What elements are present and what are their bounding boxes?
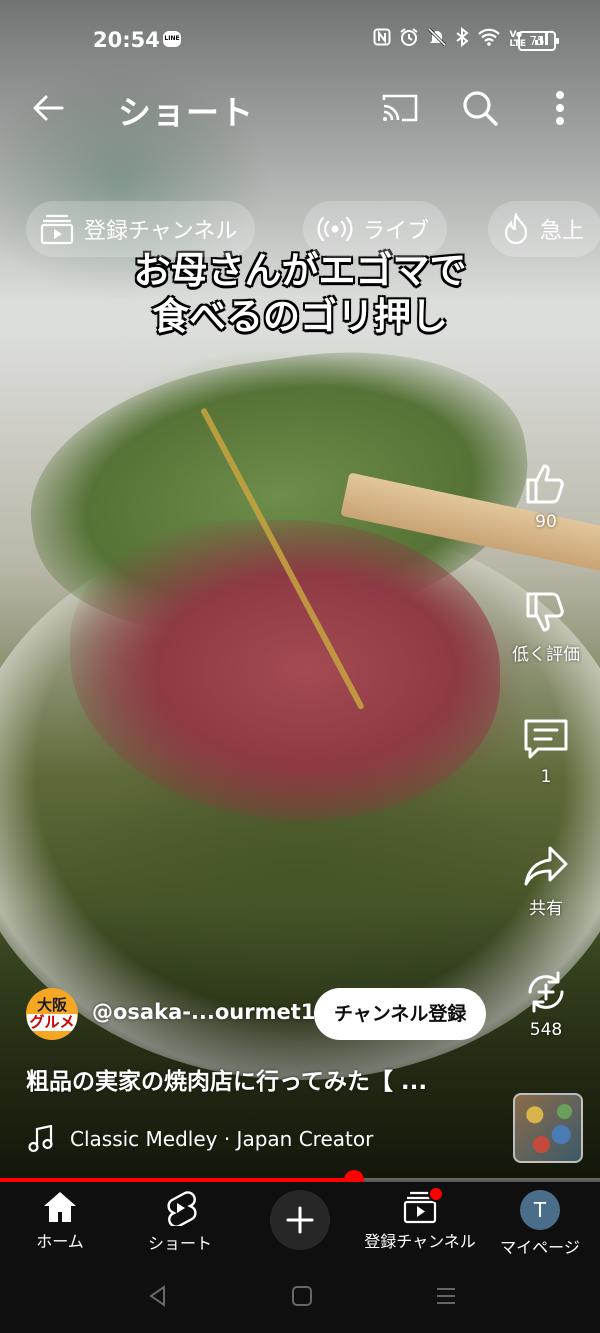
like-count: 90 [535, 512, 557, 532]
dislike-label: 低く評価 [512, 645, 580, 665]
home-icon [44, 1192, 76, 1222]
back-button[interactable] [28, 88, 68, 128]
video-caption-line2: 食べるのゴリ押し [152, 295, 448, 338]
remix-count: 548 [529, 1020, 563, 1040]
shorts-header: ショート [0, 80, 600, 136]
thumbs-down-icon [526, 592, 564, 632]
comment-icon [524, 719, 568, 759]
more-options-button[interactable] [545, 86, 575, 130]
comments-button[interactable]: 1 [506, 715, 586, 787]
nav-shorts-label: ショート [147, 1234, 212, 1253]
status-bar: 20:54 LINE Vo LTE 75 [0, 0, 600, 80]
share-button[interactable]: 共有 [506, 842, 586, 919]
chip-label: 急上 [540, 219, 585, 244]
music-note-icon [28, 1125, 53, 1153]
chip-live[interactable]: ライブ [303, 201, 448, 257]
wifi-icon [477, 28, 501, 51]
video-title[interactable]: 粗品の実家の焼肉店に行ってみた【 ... [26, 1062, 496, 1096]
music-label: Classic Medley · Japan Creator [70, 1127, 374, 1151]
bluetooth-icon [455, 26, 470, 52]
dislike-button[interactable]: 低く評価 [506, 588, 586, 665]
channel-row: 大阪 グルメ @osaka-...ourmet1 チャンネル登録 [26, 986, 506, 1042]
back-arrow-icon [33, 95, 64, 121]
profile-avatar: T [520, 1190, 560, 1230]
notification-dot [428, 1186, 444, 1202]
system-home-icon[interactable] [290, 1284, 314, 1308]
nav-subscriptions-label: 登録チャンネル [364, 1232, 476, 1251]
mute-icon [427, 27, 447, 52]
share-icon [524, 846, 568, 886]
cast-icon [382, 94, 418, 122]
nfc-icon [373, 28, 391, 51]
system-recents-icon[interactable] [434, 1284, 458, 1308]
system-back-icon[interactable] [146, 1284, 170, 1308]
nav-shorts[interactable]: ショート [120, 1190, 240, 1254]
trending-icon [504, 213, 528, 245]
chip-label: 登録チャンネル [84, 219, 238, 244]
avatar-text-line1: 大阪 [36, 996, 67, 1014]
search-icon [463, 91, 498, 126]
channel-handle[interactable]: @osaka-...ourmet1 [92, 1000, 315, 1024]
battery-icon: 75 [518, 31, 559, 51]
comment-count: 1 [540, 767, 552, 787]
status-time: 20:54 [93, 28, 160, 52]
channel-avatar[interactable]: 大阪 グルメ [26, 988, 78, 1040]
bottom-nav: ホーム ショート 登録チャンネル T マイページ [0, 1182, 600, 1264]
system-navigation [0, 1264, 600, 1333]
page-title: ショート [118, 93, 254, 132]
video-caption: お母さんがエゴマで 食べるのゴリ押し [0, 248, 600, 340]
nav-you[interactable]: T マイページ [480, 1190, 600, 1258]
more-vert-icon [556, 91, 564, 125]
line-icon: LINE [163, 31, 181, 47]
live-icon [317, 216, 353, 242]
shorts-icon [167, 1191, 197, 1226]
plus-icon [286, 1206, 314, 1234]
nav-home-label: ホーム [36, 1232, 84, 1251]
avatar-text-line2: グルメ [27, 1013, 77, 1031]
nav-home[interactable]: ホーム [0, 1190, 120, 1252]
search-button[interactable] [460, 88, 500, 128]
chip-subscriptions[interactable]: 登録チャンネル [26, 201, 256, 257]
remix-icon [528, 971, 564, 1013]
thumbs-up-icon [526, 464, 564, 504]
chip-trending[interactable]: 急上 [488, 201, 600, 257]
nav-you-label: マイページ [500, 1238, 580, 1257]
like-button[interactable]: 90 [506, 460, 586, 532]
alarm-icon [399, 27, 419, 52]
chip-label: ライブ [363, 219, 430, 244]
create-button[interactable] [270, 1190, 330, 1250]
cast-button[interactable] [380, 90, 420, 126]
sound-thumbnail[interactable] [513, 1093, 583, 1163]
subscriptions-icon [40, 214, 74, 245]
subscribe-button[interactable]: チャンネル登録 [314, 988, 487, 1040]
nav-subscriptions[interactable]: 登録チャンネル [360, 1186, 480, 1252]
music-row[interactable]: Classic Medley · Japan Creator [28, 1124, 373, 1154]
share-label: 共有 [529, 899, 563, 919]
remix-button[interactable]: 548 [506, 968, 586, 1040]
filter-chips: 登録チャンネル ライブ 急上 [0, 201, 600, 257]
